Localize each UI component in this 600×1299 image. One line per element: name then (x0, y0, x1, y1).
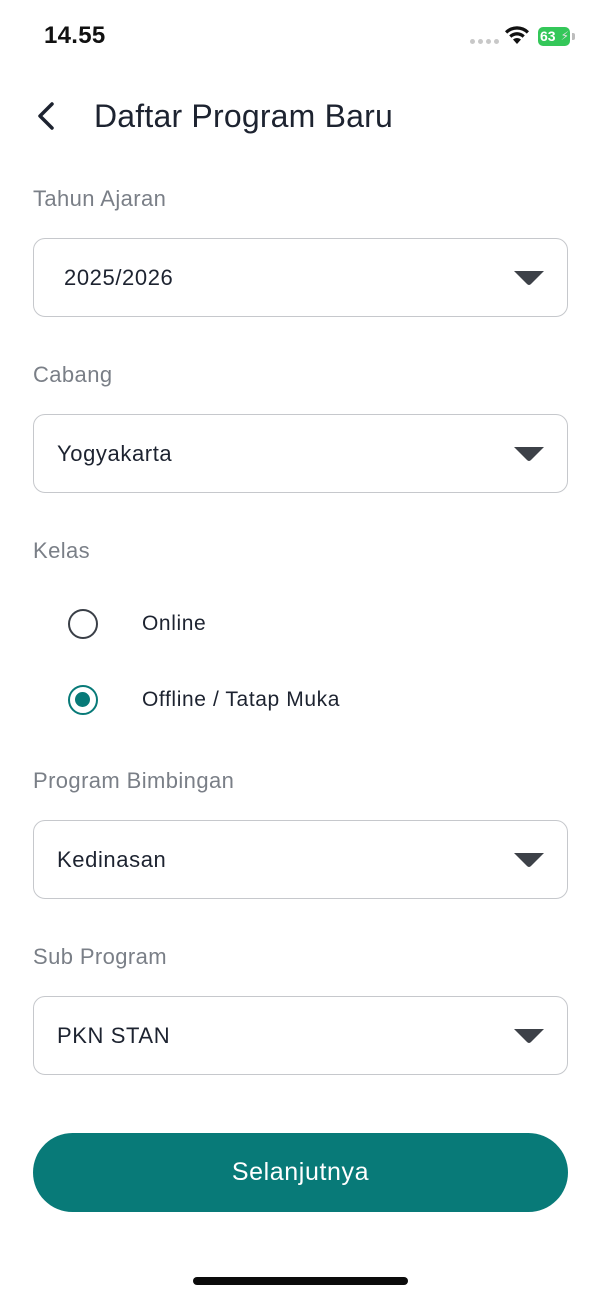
radio-offline-label: Offline / Tatap Muka (142, 688, 340, 711)
chevron-left-icon (38, 102, 54, 130)
battery-cap (572, 33, 575, 40)
page-title: Daftar Program Baru (94, 98, 394, 134)
sub-program-label: Sub Program (33, 944, 168, 969)
caret-down-icon (514, 270, 544, 285)
radio-checked-icon (68, 685, 98, 715)
charging-bolt-icon: ⚡ (560, 29, 569, 43)
wifi-icon (505, 26, 529, 44)
tahun-ajaran-value: 2025/2026 (64, 264, 174, 290)
status-time: 14.55 (44, 22, 106, 49)
cabang-value: Yogyakarta (57, 440, 173, 466)
caret-down-icon (514, 852, 544, 867)
cabang-label: Cabang (33, 362, 113, 387)
radio-online-label: Online (142, 612, 207, 635)
sub-program-value: PKN STAN (57, 1022, 171, 1048)
screen: 14.55 63 ⚡ Daftar Program Baru Tahun Aja… (0, 0, 600, 1299)
tahun-ajaran-label: Tahun Ajaran (33, 186, 167, 211)
battery-level: 63 (540, 28, 556, 44)
next-button[interactable]: Selanjutnya (33, 1133, 568, 1212)
program-bimbingan-select[interactable]: Kedinasan (33, 820, 568, 899)
radio-online[interactable]: Online (68, 604, 528, 644)
caret-down-icon (514, 446, 544, 461)
header: Daftar Program Baru (0, 88, 600, 148)
status-bar: 14.55 63 ⚡ (0, 0, 600, 76)
back-button[interactable] (30, 98, 64, 138)
radio-unchecked-icon (68, 609, 98, 639)
radio-offline[interactable]: Offline / Tatap Muka (68, 680, 528, 720)
home-indicator[interactable] (193, 1277, 408, 1285)
kelas-label: Kelas (33, 538, 91, 563)
cabang-select[interactable]: Yogyakarta (33, 414, 568, 493)
signal-dots-icon (470, 39, 499, 44)
sub-program-select[interactable]: PKN STAN (33, 996, 568, 1075)
radio-dot (75, 692, 90, 707)
program-bimbingan-label: Program Bimbingan (33, 768, 235, 793)
tahun-ajaran-select[interactable]: 2025/2026 (33, 238, 568, 317)
battery-icon: 63 ⚡ (538, 27, 570, 46)
program-bimbingan-value: Kedinasan (57, 846, 167, 872)
caret-down-icon (514, 1028, 544, 1043)
